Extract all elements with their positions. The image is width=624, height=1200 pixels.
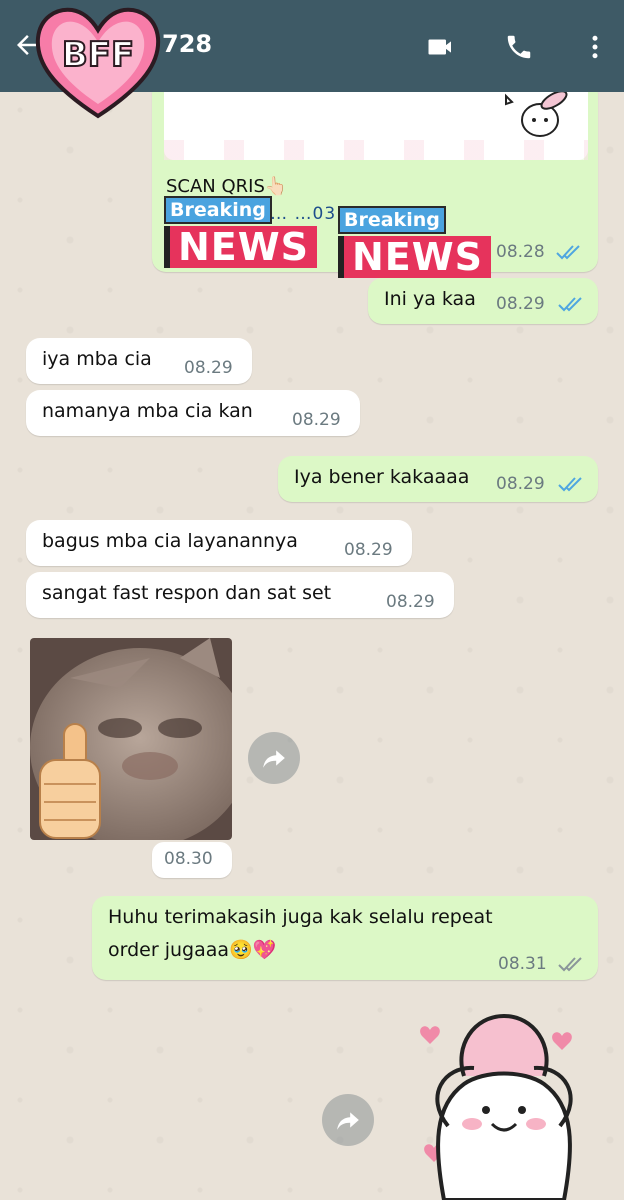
cat-thumbs-up-image[interactable] [30,638,232,840]
news-label: NEWS [164,226,318,268]
message-bubble-incoming[interactable]: bagus mba cia layanannya 08.29 [26,520,412,566]
message-time: 08.29 [496,294,545,314]
message-text: iya mba cia [42,348,152,370]
message-text: sangat fast respon dan sat set [42,582,332,604]
forward-icon [263,750,285,768]
message-text: Ini ya kaa [384,288,476,310]
message-time: 08.31 [498,954,547,974]
message-bubble-outgoing[interactable]: Iya bener kakaaaa 08.29 [278,456,598,502]
qris-image-preview[interactable] [164,80,588,160]
svg-text:BFF: BFF [62,35,134,75]
message-text: Huhu terimakasih juga kak selalu repeat [108,906,493,928]
message-bubble-incoming[interactable]: sangat fast respon dan sat set 08.29 [26,572,454,618]
message-text: Iya bener kakaaaa [294,466,470,488]
message-time: 08.29 [344,540,393,560]
voice-call-icon[interactable] [502,32,536,62]
contact-name[interactable]: 728 [162,30,212,58]
message-bubble-incoming[interactable]: iya mba cia 08.29 [26,338,252,384]
news-label: NEWS [338,236,492,278]
message-time: 08.29 [386,592,435,612]
message-time: 08.29 [292,410,341,430]
read-receipt-icon [556,245,580,260]
read-receipt-icon [558,297,582,312]
bunny-sticker-icon [505,90,568,137]
delivered-receipt-icon [558,957,582,972]
breaking-news-sticker: Breaking NEWS [164,196,318,268]
video-call-icon[interactable] [424,32,458,62]
message-bubble-outgoing[interactable]: Huhu terimakasih juga kak selalu repeat … [92,896,598,980]
cat-photo-icon [30,638,232,840]
scan-qris-text: SCAN QRIS👆🏻 [166,176,288,197]
forward-icon [337,1112,359,1130]
read-receipt-icon [558,477,582,492]
message-text-line2: order jugaaa🥹💖 [108,939,277,961]
message-time: 08.29 [184,358,233,378]
breaking-label: Breaking [164,196,272,224]
forward-button[interactable] [322,1094,374,1146]
bff-heart-sticker: BFF [35,7,161,119]
forward-button[interactable] [248,732,300,784]
more-options-icon[interactable] [578,32,612,62]
image-time-badge: 08.30 [152,842,232,878]
message-bubble-incoming[interactable]: namanya mba cia kan 08.29 [26,390,360,436]
girl-heart-hands-sticker[interactable] [404,1006,594,1200]
message-time: 08.29 [496,474,545,494]
breaking-news-sticker: Breaking NEWS [338,206,492,278]
message-bubble-outgoing[interactable]: Ini ya kaa 08.29 [368,278,598,324]
message-text: namanya mba cia kan [42,400,253,422]
breaking-label: Breaking [338,206,446,234]
message-text: bagus mba cia layanannya [42,530,298,552]
message-time: 08.30 [164,849,213,869]
message-time: 08.28 [496,242,545,262]
